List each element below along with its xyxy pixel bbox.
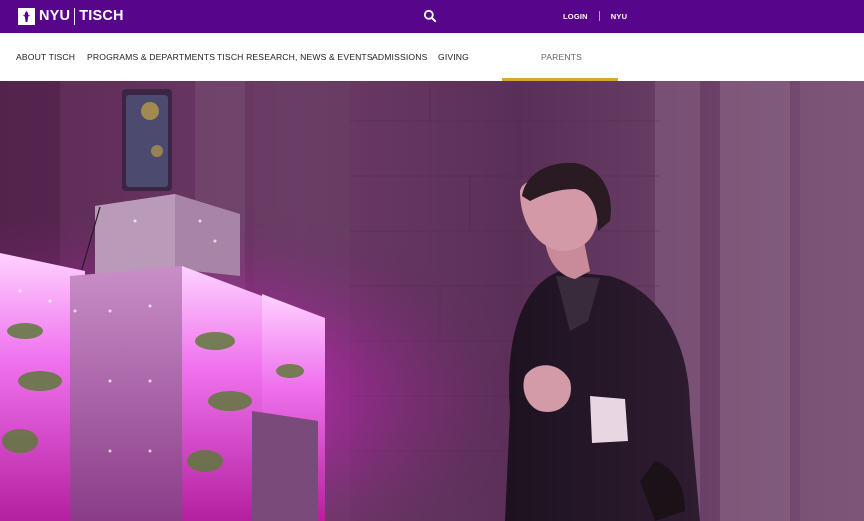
nav-item-parents[interactable]: PARENTS <box>541 33 582 81</box>
nyu-link[interactable]: NYU <box>611 12 627 21</box>
utility-links: LOGIN NYU <box>563 11 627 21</box>
logo-divider <box>74 7 76 25</box>
main-nav: ABOUT TISCH PROGRAMS & DEPARTMENTS TISCH… <box>0 33 864 81</box>
nav-item-programs-departments[interactable]: PROGRAMS & DEPARTMENTS <box>87 33 215 81</box>
logo-nyu-text: NYU <box>39 7 71 24</box>
nyu-tisch-logo[interactable]: NYU TISCH <box>18 7 124 25</box>
nyu-torch-icon <box>18 7 35 25</box>
utility-divider <box>598 11 600 21</box>
nav-item-giving[interactable]: GIVING <box>438 33 469 81</box>
hero-image <box>0 81 864 521</box>
login-link[interactable]: LOGIN <box>563 12 588 21</box>
top-bar: NYU TISCH LOGIN NYU <box>0 0 864 33</box>
search-icon <box>423 9 437 23</box>
nav-item-about-tisch[interactable]: ABOUT TISCH <box>16 33 75 81</box>
nav-item-research-news-events[interactable]: TISCH RESEARCH, NEWS & EVENTS <box>217 33 373 81</box>
nav-item-admissions[interactable]: ADMISSIONS <box>372 33 427 81</box>
search-button[interactable] <box>423 9 437 23</box>
logo-tisch-text: TISCH <box>79 7 124 24</box>
